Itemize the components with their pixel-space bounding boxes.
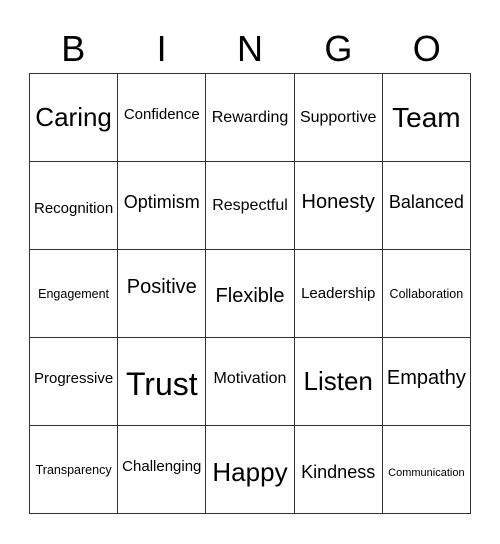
bingo-cell[interactable]: Kindness	[294, 426, 383, 514]
cell-text: Balanced	[388, 192, 464, 212]
bingo-cell[interactable]: Engagement	[30, 250, 119, 338]
cell-text: Transparency	[35, 462, 112, 477]
bingo-cell[interactable]: Progressive	[30, 338, 119, 426]
bingo-cell[interactable]: Flexible	[206, 250, 295, 338]
bingo-cell[interactable]: Trust	[118, 338, 207, 426]
bingo-cell[interactable]: Supportive	[294, 74, 383, 162]
cell-text: Trust	[125, 366, 198, 402]
header-letter-o: O	[412, 28, 441, 69]
cell-text: Engagement	[38, 286, 110, 301]
cell-text: Recognition	[33, 200, 114, 217]
cell-text: Leadership	[301, 285, 376, 302]
bingo-cell[interactable]: Confidence	[118, 74, 207, 162]
cell-text: Motivation	[213, 369, 287, 387]
bingo-cell[interactable]: Empathy	[382, 338, 471, 426]
cell-text: Challenging	[122, 458, 202, 475]
header-letter-n: N	[236, 28, 263, 69]
bingo-cell[interactable]: Happy	[206, 426, 295, 514]
bingo-cell[interactable]: Respectful	[206, 162, 295, 250]
cell-text: Optimism	[123, 192, 200, 212]
bingo-cell[interactable]: Listen	[294, 338, 383, 426]
bingo-cell[interactable]: Balanced	[382, 162, 471, 250]
bingo-cell[interactable]: Recognition	[30, 162, 119, 250]
cell-text: Progressive	[33, 370, 114, 387]
header-letter-g: G	[324, 28, 353, 69]
cell-text: Honesty	[301, 191, 375, 213]
cell-text: Kindness	[301, 462, 376, 482]
bingo-cell[interactable]: Leadership	[294, 250, 383, 338]
bingo-cell[interactable]: Honesty	[294, 162, 383, 250]
bingo-cell[interactable]: Caring	[30, 74, 119, 162]
bingo-cell[interactable]: Rewarding	[206, 74, 295, 162]
bingo-cell[interactable]: Team	[382, 74, 471, 162]
bingo-header: B I N G O	[29, 24, 471, 74]
cell-text: Caring	[35, 102, 112, 132]
cell-text: Flexible	[215, 285, 285, 307]
bingo-grid: Caring Confidence Rewarding Supportive T…	[29, 73, 471, 514]
bingo-cell[interactable]: Collaboration	[382, 250, 471, 338]
cell-text: Communication	[388, 466, 465, 479]
cell-text: Empathy	[386, 367, 466, 389]
bingo-cell[interactable]: Positive	[118, 250, 207, 338]
cell-text: Supportive	[299, 108, 377, 126]
cell-text: Confidence	[123, 106, 200, 123]
header-letter-b: B	[61, 28, 86, 69]
cell-text: Positive	[126, 276, 197, 298]
bingo-cell[interactable]: Challenging	[118, 426, 207, 514]
cell-text: Collaboration	[389, 286, 464, 301]
cell-text: Respectful	[212, 196, 288, 214]
header-letter-i: I	[156, 28, 167, 69]
cell-text: Team	[392, 101, 461, 133]
bingo-cell[interactable]: Optimism	[118, 162, 207, 250]
bingo-cell[interactable]: Communication	[382, 426, 471, 514]
bingo-cell[interactable]: Transparency	[30, 426, 119, 514]
cell-text: Happy	[212, 457, 288, 487]
bingo-cell[interactable]: Motivation	[206, 338, 295, 426]
cell-text: Rewarding	[211, 108, 289, 126]
cell-text: Listen	[303, 366, 373, 396]
